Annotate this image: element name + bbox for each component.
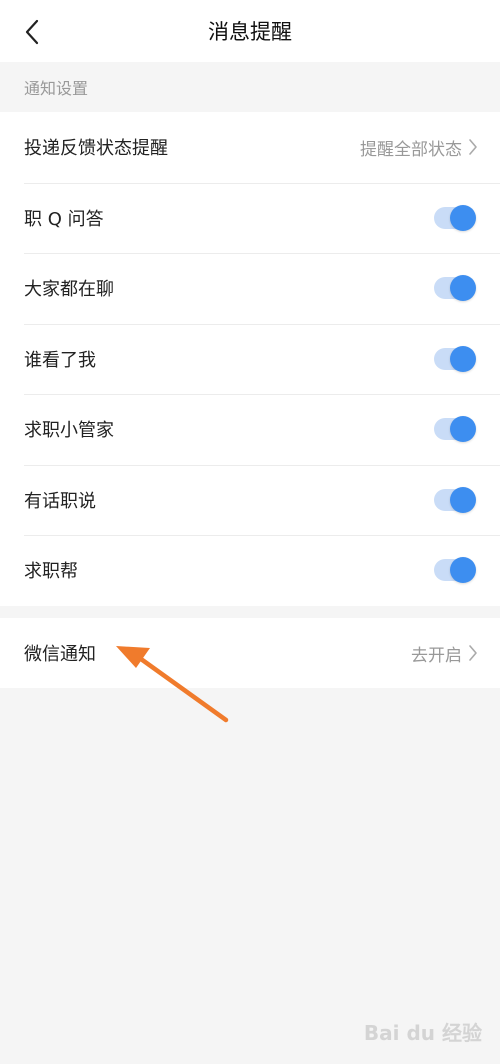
setting-label: 微信通知 — [24, 644, 96, 665]
setting-label: 求职小管家 — [24, 420, 114, 442]
setting-label: 职 Q 问答 — [24, 208, 104, 230]
toggle-knob — [450, 345, 476, 372]
setting-value-text: 去开启 — [411, 645, 462, 666]
setting-row-zhiq-qa: 职 Q 问答 — [0, 182, 500, 254]
toggle-switch[interactable] — [434, 486, 476, 513]
setting-row-delivery-feedback[interactable]: 投递反馈状态提醒 提醒全部状态 — [0, 112, 500, 183]
toggle-switch[interactable] — [434, 557, 476, 584]
page-title: 消息提醒 — [208, 20, 292, 44]
toggle-knob — [450, 204, 476, 231]
setting-row-job-help: 求职帮 — [0, 535, 500, 606]
setting-label: 谁看了我 — [24, 349, 96, 371]
toggle-switch[interactable] — [434, 345, 476, 372]
setting-row-who-viewed-me: 谁看了我 — [0, 323, 500, 395]
setting-row-have-something-to-say: 有话职说 — [0, 464, 500, 536]
setting-label: 大家都在聊 — [24, 279, 114, 301]
toggle-switch[interactable] — [434, 275, 476, 302]
toggle-switch[interactable] — [434, 416, 476, 443]
wechat-settings-list: 微信通知 去开启 — [0, 618, 500, 688]
setting-label: 有话职说 — [24, 490, 96, 512]
section-label: 通知设置 — [24, 79, 89, 98]
toggle-knob — [450, 486, 476, 513]
setting-label: 投递反馈状态提醒 — [24, 138, 168, 160]
watermark: Bai du 经验 — [363, 1021, 482, 1045]
chevron-right-icon — [469, 139, 477, 156]
setting-label: 求职帮 — [24, 561, 78, 583]
setting-value: 去开启 — [411, 618, 478, 688]
toggle-switch[interactable] — [434, 204, 476, 231]
setting-row-wechat-notification[interactable]: 微信通知 去开启 — [0, 618, 500, 688]
setting-value-text: 提醒全部状态 — [360, 139, 462, 160]
toggle-knob — [450, 557, 476, 584]
header-bar: 消息提醒 — [0, 0, 500, 62]
setting-row-everyone-chatting: 大家都在聊 — [0, 253, 500, 324]
notification-settings-list: 投递反馈状态提醒 提醒全部状态 职 Q 问答 大家都在聊 谁看了我 求职小管家 … — [0, 112, 500, 606]
setting-value: 提醒全部状态 — [360, 112, 478, 183]
toggle-knob — [450, 275, 476, 302]
toggle-knob — [450, 416, 476, 443]
chevron-right-icon — [469, 645, 477, 661]
setting-row-job-assistant: 求职小管家 — [0, 394, 500, 465]
